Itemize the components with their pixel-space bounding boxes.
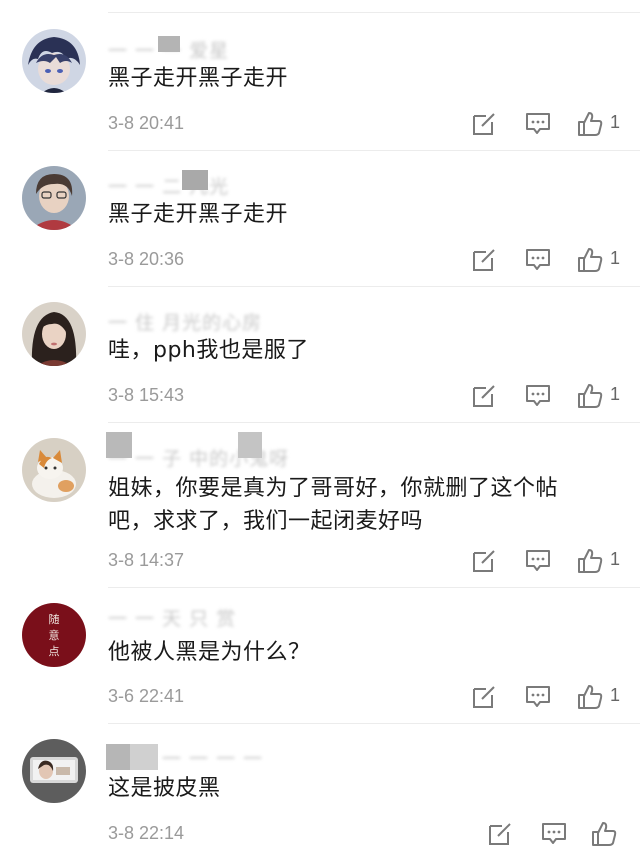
comment-icon — [526, 385, 550, 406]
divider — [108, 587, 640, 588]
like-count: 1 — [610, 112, 621, 132]
comment-text: 他被人黑是为什么？ — [108, 640, 311, 665]
username[interactable]: 一 一 天 只 赏 — [108, 604, 236, 631]
share-button[interactable] — [470, 246, 498, 274]
comment-actions: 1 — [470, 246, 640, 274]
like-button[interactable] — [576, 246, 604, 274]
reply-button[interactable] — [524, 683, 552, 711]
avatar[interactable] — [22, 302, 86, 366]
share-edit-icon — [473, 550, 495, 572]
avatar[interactable] — [22, 29, 86, 93]
comment-text: 黑子走开黑子走开 — [108, 66, 289, 91]
reply-button[interactable] — [524, 110, 552, 138]
like-button[interactable] — [576, 547, 604, 575]
comment-text: 姐妹，你要是真为了哥哥好，你就删了这个帖吧，求求了，我们一起闭麦好吗 — [108, 476, 559, 534]
cat-avatar — [22, 438, 86, 502]
calligraphy-avatar: 随 意 点 — [22, 603, 86, 667]
comment-time: 3-8 20:41 — [108, 113, 185, 133]
comment-icon — [526, 550, 550, 571]
like-count: 1 — [610, 248, 621, 268]
thumbs-up-icon — [592, 822, 617, 846]
avatar[interactable]: 随 意 点 — [22, 603, 86, 667]
comment-text: 哇，pph我也是服了 — [108, 338, 309, 363]
divider — [108, 422, 640, 423]
like-count: 1 — [610, 685, 621, 705]
comment-text: 这是披皮黑 — [108, 776, 221, 801]
share-button[interactable] — [470, 382, 498, 410]
share-button[interactable] — [486, 820, 514, 848]
divider — [108, 286, 640, 287]
reply-button[interactable] — [524, 246, 552, 274]
name-mosaic — [182, 170, 208, 190]
comment-actions: 1 — [470, 382, 640, 410]
reply-button[interactable] — [524, 547, 552, 575]
comment-icon — [526, 113, 550, 134]
share-edit-icon — [473, 113, 495, 135]
avatar[interactable] — [22, 739, 86, 803]
username[interactable]: 一 一 一 一 — [162, 744, 263, 771]
thumbs-up-icon — [578, 384, 603, 408]
car-selfie-avatar — [22, 739, 86, 803]
share-edit-icon — [473, 249, 495, 271]
comment-actions: 1 — [470, 547, 640, 575]
comment-icon — [542, 823, 566, 844]
comment-actions: 1 — [470, 683, 640, 711]
comment-time: 3-6 22:41 — [108, 686, 185, 706]
like-button[interactable] — [576, 683, 604, 711]
share-button[interactable] — [470, 547, 498, 575]
divider — [108, 150, 640, 151]
name-mosaic — [130, 744, 158, 770]
calligraphy-char: 意 — [49, 628, 60, 642]
name-mosaic — [158, 36, 180, 52]
top-divider — [108, 12, 640, 13]
share-button[interactable] — [470, 683, 498, 711]
boy-portrait-avatar — [22, 166, 86, 230]
calligraphy-char: 随 — [49, 612, 60, 626]
thumbs-up-icon — [578, 685, 603, 709]
comment-time: 3-8 20:36 — [108, 249, 185, 269]
divider — [108, 723, 640, 724]
comment-time: 3-8 14:37 — [108, 550, 185, 570]
reply-button[interactable] — [524, 382, 552, 410]
like-button[interactable] — [576, 382, 604, 410]
comment-time: 3-8 15:43 — [108, 385, 185, 405]
comment-actions — [486, 820, 640, 848]
name-mosaic — [106, 432, 132, 458]
thumbs-up-icon — [578, 549, 603, 573]
name-mosaic — [106, 744, 130, 770]
share-edit-icon — [473, 385, 495, 407]
calligraphy-char: 点 — [49, 645, 60, 658]
like-count: 1 — [610, 384, 621, 404]
avatar[interactable] — [22, 166, 86, 230]
like-button[interactable] — [590, 820, 618, 848]
username[interactable]: 一 住 月光的心房 — [108, 308, 262, 335]
reply-button[interactable] — [540, 820, 568, 848]
name-mosaic — [238, 432, 262, 458]
thumbs-up-icon — [578, 112, 603, 136]
thumbs-up-icon — [578, 248, 603, 272]
comment-text: 黑子走开黑子走开 — [108, 202, 289, 227]
girl-portrait-avatar — [22, 302, 86, 366]
username[interactable]: 一 一 二 凡光 — [108, 172, 229, 199]
comment-icon — [526, 249, 550, 270]
share-edit-icon — [489, 823, 511, 845]
comment-actions: 1 — [470, 110, 640, 138]
comment-icon — [526, 686, 550, 707]
avatar[interactable] — [22, 438, 86, 502]
anime-boy-avatar — [22, 29, 86, 93]
like-button[interactable] — [576, 110, 604, 138]
share-button[interactable] — [470, 110, 498, 138]
comment-time: 3-8 22:14 — [108, 823, 185, 843]
share-edit-icon — [473, 686, 495, 708]
like-count: 1 — [610, 549, 621, 569]
